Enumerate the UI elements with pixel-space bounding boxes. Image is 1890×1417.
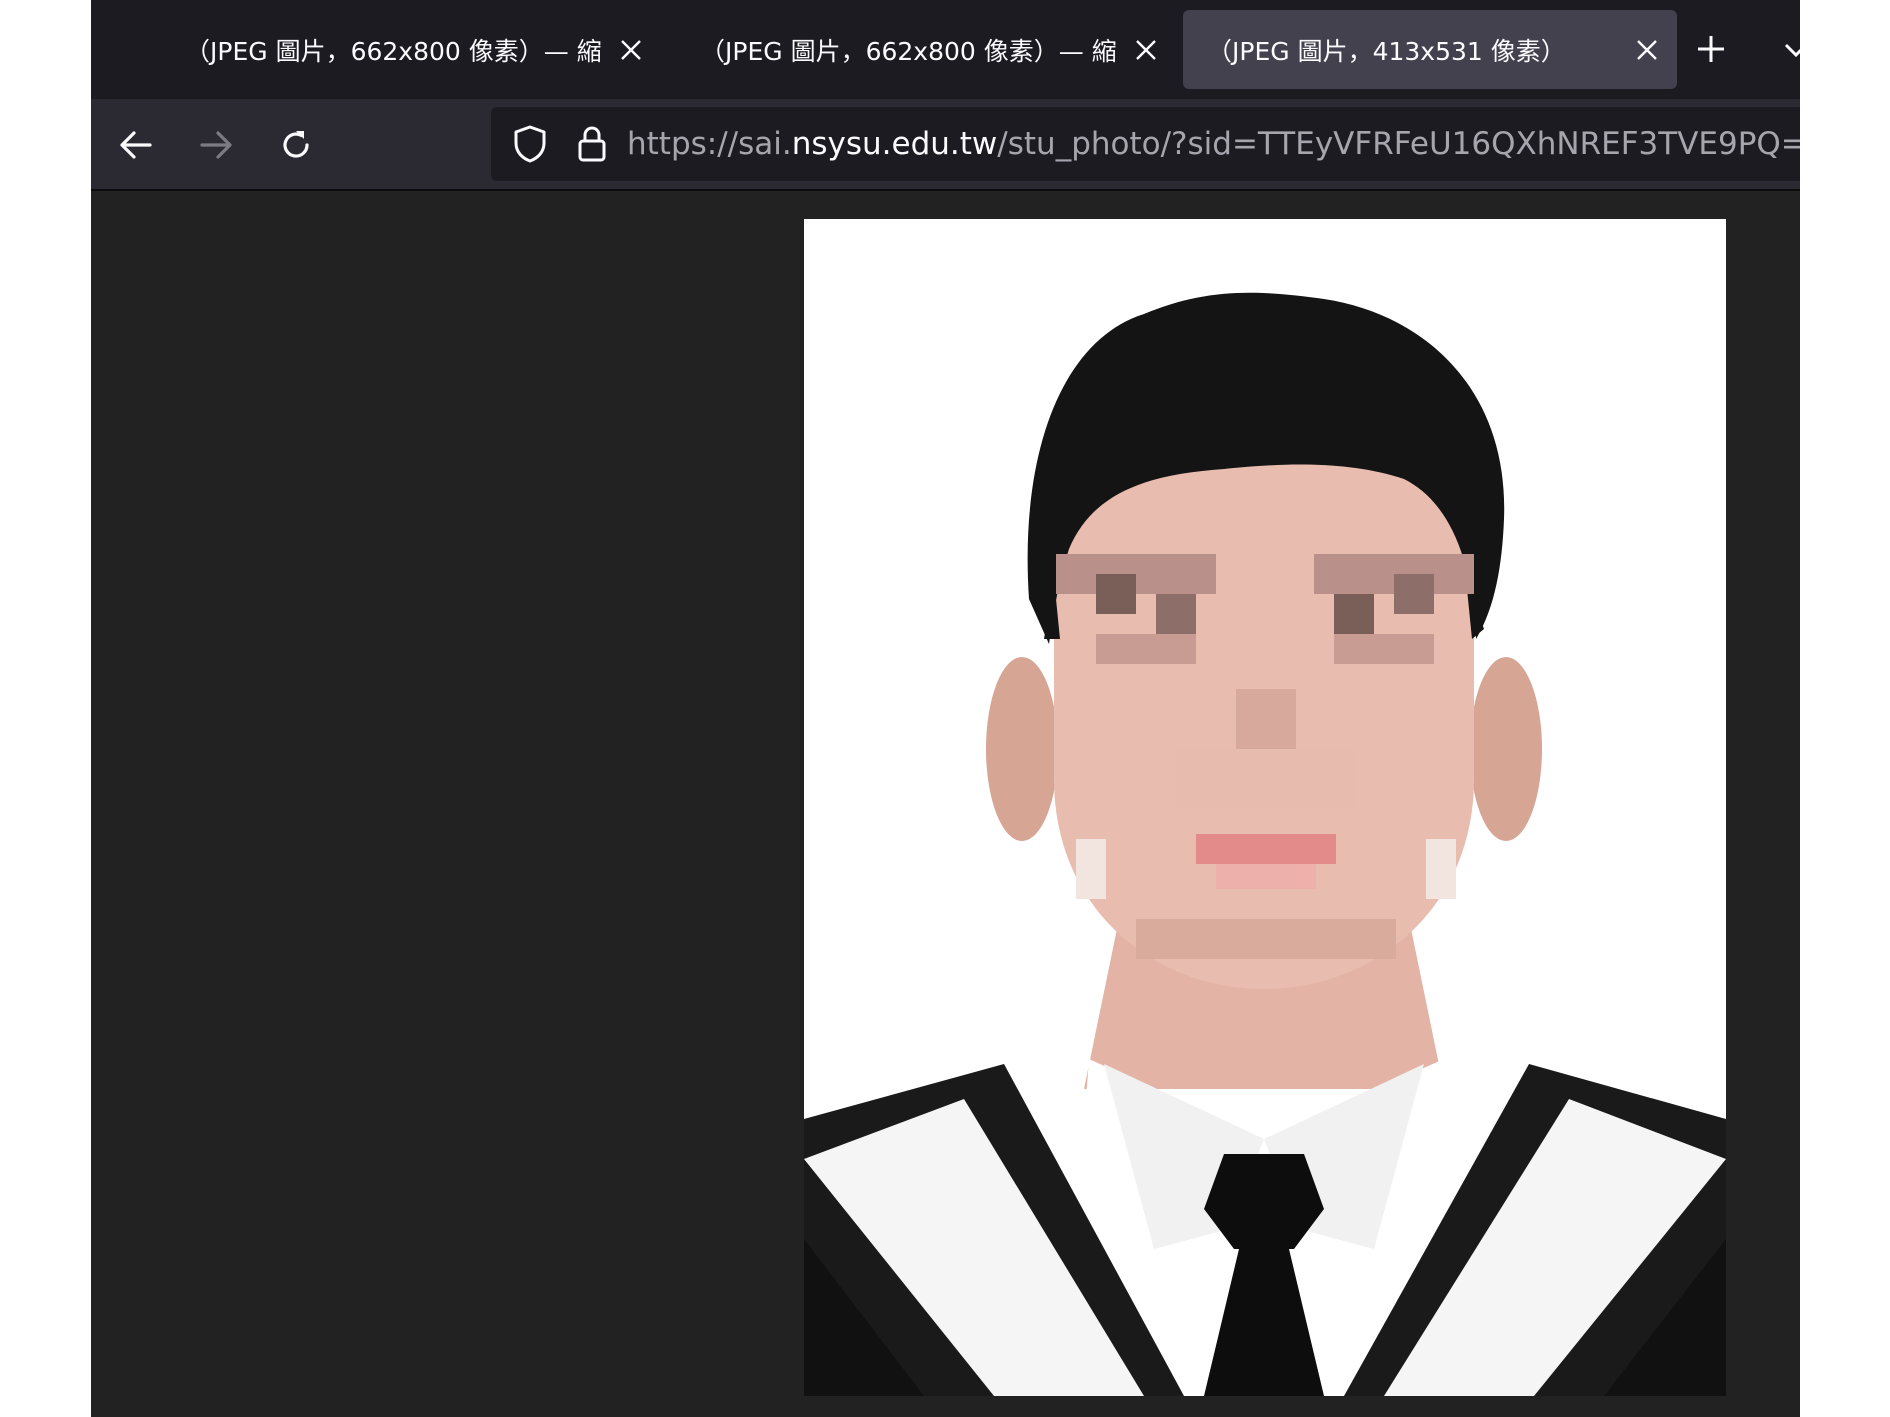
- tab-1[interactable]: （JPEG 圖片，662x800 像素）— 縮: [161, 10, 661, 89]
- tab-3-active[interactable]: （JPEG 圖片，413x531 像素）: [1183, 10, 1677, 89]
- url-prefix: https://sai.: [627, 126, 792, 162]
- tab-title: （JPEG 圖片，413x531 像素）: [1207, 36, 1566, 66]
- close-icon[interactable]: [1625, 28, 1669, 72]
- tab-title: （JPEG 圖片，662x800 像素）— 縮: [700, 36, 1117, 66]
- chevron-down-icon[interactable]: [1781, 30, 1800, 70]
- url-domain: nsysu.edu.tw: [791, 126, 998, 162]
- navigation-toolbar: https://sai.nsysu.edu.tw/stu_photo/?sid=…: [91, 99, 1800, 191]
- forward-arrow-icon[interactable]: [191, 120, 241, 170]
- shield-icon[interactable]: [507, 121, 553, 167]
- lock-icon[interactable]: [569, 121, 615, 167]
- student-id-photo: [804, 219, 1726, 1396]
- browser-window: （JPEG 圖片，662x800 像素）— 縮 （JPEG 圖片，662x800…: [91, 0, 1800, 1417]
- tab-strip: （JPEG 圖片，662x800 像素）— 縮 （JPEG 圖片，662x800…: [91, 0, 1800, 99]
- plus-icon[interactable]: [1686, 24, 1736, 74]
- url-path: /stu_photo/?sid=TTEyVFRFeU16QXhNREF3TVE9…: [997, 126, 1800, 162]
- tab-title: （JPEG 圖片，662x800 像素）— 縮: [185, 36, 602, 66]
- close-icon[interactable]: [1124, 28, 1168, 72]
- url-text[interactable]: https://sai.nsysu.edu.tw/stu_photo/?sid=…: [627, 123, 1800, 165]
- reload-icon[interactable]: [271, 120, 321, 170]
- tab-2[interactable]: （JPEG 圖片，662x800 像素）— 縮: [676, 10, 1176, 89]
- url-bar[interactable]: https://sai.nsysu.edu.tw/stu_photo/?sid=…: [491, 107, 1800, 181]
- page-content: [91, 191, 1800, 1417]
- close-icon[interactable]: [609, 28, 653, 72]
- back-arrow-icon[interactable]: [111, 120, 161, 170]
